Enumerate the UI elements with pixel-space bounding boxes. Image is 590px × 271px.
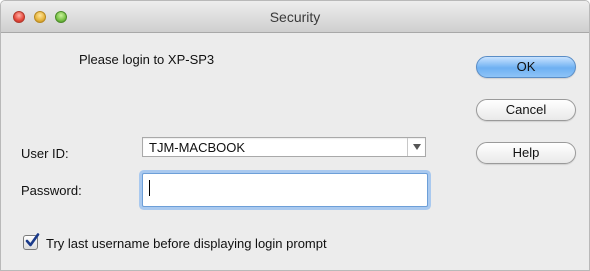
- user-id-value[interactable]: TJM-MACBOOK: [149, 140, 245, 155]
- password-field[interactable]: [142, 173, 428, 207]
- cancel-button[interactable]: Cancel: [476, 99, 576, 121]
- title-bar[interactable]: Security: [1, 1, 589, 33]
- ok-button[interactable]: OK: [476, 56, 576, 78]
- help-button[interactable]: Help: [476, 142, 576, 164]
- try-last-username-checkbox[interactable]: [23, 233, 40, 250]
- checkmark-icon: [25, 233, 40, 247]
- window-title: Security: [269, 9, 321, 25]
- login-prompt-text: Please login to XP-SP3: [79, 52, 215, 67]
- password-label: Password:: [21, 183, 82, 198]
- security-dialog: Security Please login to XP-SP3 User ID:…: [0, 0, 590, 271]
- chevron-down-icon[interactable]: [407, 138, 425, 156]
- user-id-label: User ID:: [21, 146, 69, 161]
- text-caret: [149, 180, 150, 196]
- user-id-combobox[interactable]: TJM-MACBOOK: [142, 137, 426, 157]
- try-last-username-label[interactable]: Try last username before displaying logi…: [46, 236, 327, 251]
